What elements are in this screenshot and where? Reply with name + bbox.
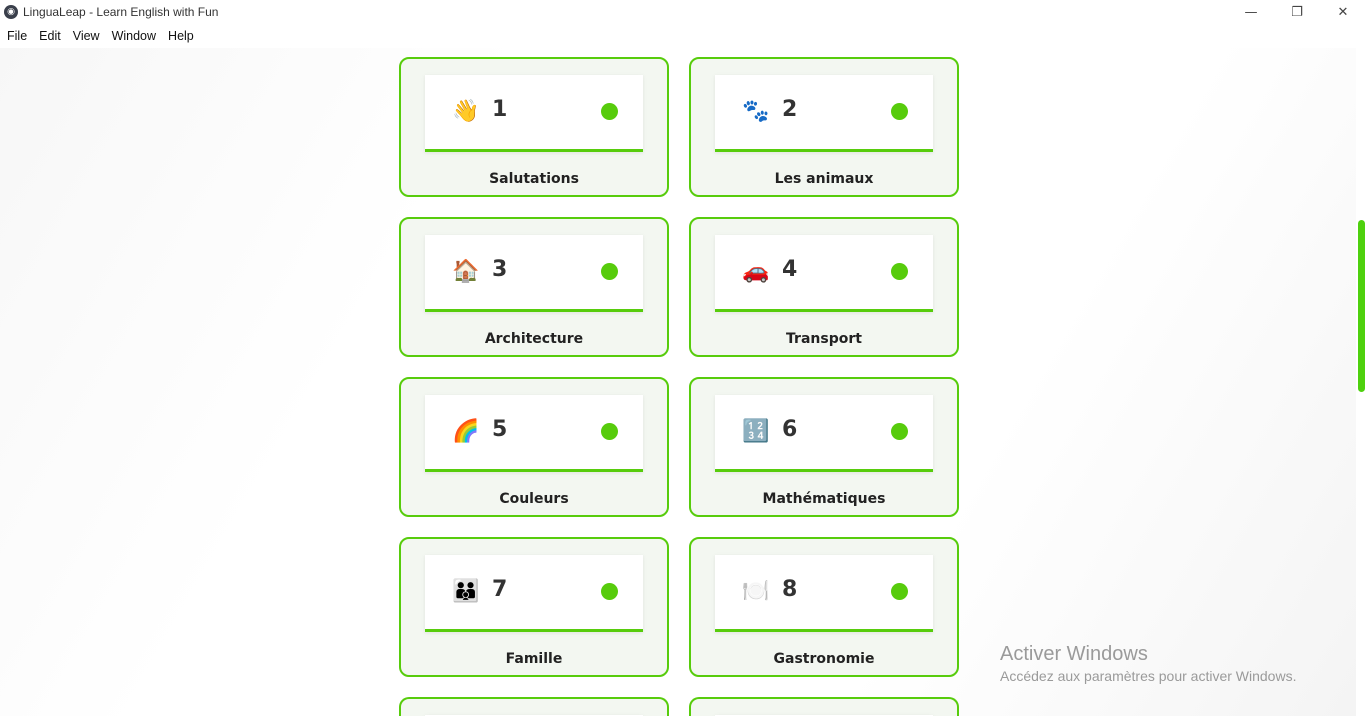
- lesson-card-header: 🔢 6: [715, 395, 933, 472]
- menu-bar: File Edit View Window Help: [0, 24, 1366, 48]
- menu-edit[interactable]: Edit: [33, 29, 67, 43]
- lesson-label: Couleurs: [499, 491, 569, 507]
- lesson-card-header: 🍽️ 8: [715, 555, 933, 632]
- lesson-number: 2: [782, 97, 798, 122]
- maximize-button[interactable]: ❐: [1274, 0, 1320, 24]
- status-dot: [601, 263, 618, 280]
- lesson-grid: 👋 1 Salutations 🐾 2 Les animaux 🏠 3 Arch…: [399, 57, 959, 716]
- lesson-card-header: 🏠 3: [425, 235, 643, 312]
- lesson-number: 5: [492, 417, 508, 442]
- status-dot: [601, 423, 618, 440]
- lesson-label: Transport: [786, 331, 862, 347]
- lesson-number: 1: [492, 97, 508, 122]
- close-button[interactable]: ✕: [1320, 0, 1366, 24]
- plate-icon: 🍽️: [742, 579, 770, 604]
- watermark-subtitle: Accédez aux paramètres pour activer Wind…: [1000, 668, 1297, 684]
- lesson-card-header: 🐾 2: [715, 75, 933, 152]
- lesson-label: Famille: [505, 651, 563, 667]
- lesson-grid-area: 👋 1 Salutations 🐾 2 Les animaux 🏠 3 Arch…: [0, 48, 1356, 716]
- menu-file[interactable]: File: [0, 29, 33, 43]
- lesson-card-next-left[interactable]: [399, 697, 669, 716]
- numbers-icon: 🔢: [742, 419, 770, 444]
- status-dot: [891, 583, 908, 600]
- lesson-card-header: 🚗 4: [715, 235, 933, 312]
- family-icon: 👪: [452, 579, 480, 604]
- lesson-label: Salutations: [489, 171, 579, 187]
- menu-view[interactable]: View: [67, 29, 106, 43]
- lesson-card-animaux[interactable]: 🐾 2 Les animaux: [689, 57, 959, 197]
- waving-hand-icon: 👋: [452, 99, 480, 124]
- lesson-label: Architecture: [484, 331, 584, 347]
- lesson-number: 7: [492, 577, 508, 602]
- watermark-title: Activer Windows: [1000, 643, 1148, 665]
- lesson-card-header: 👋 1: [425, 75, 643, 152]
- status-dot: [891, 103, 908, 120]
- menu-help[interactable]: Help: [162, 29, 200, 43]
- status-dot: [891, 423, 908, 440]
- menu-window[interactable]: Window: [106, 29, 162, 43]
- paw-prints-icon: 🐾: [742, 99, 770, 124]
- minimize-button[interactable]: —: [1228, 0, 1274, 24]
- windows-activation-watermark: Activer Windows Accédez aux paramètres p…: [1000, 643, 1296, 684]
- lesson-card-salutations[interactable]: 👋 1 Salutations: [399, 57, 669, 197]
- status-dot: [601, 583, 618, 600]
- lesson-number: 4: [782, 257, 798, 282]
- window-controls: — ❐ ✕: [1228, 0, 1366, 24]
- car-icon: 🚗: [742, 259, 770, 284]
- lesson-card-gastronomie[interactable]: 🍽️ 8 Gastronomie: [689, 537, 959, 677]
- lesson-card-next-right[interactable]: [689, 697, 959, 716]
- lesson-label: Gastronomie: [773, 651, 875, 667]
- lesson-label: Mathématiques: [762, 491, 886, 507]
- lesson-card-transport[interactable]: 🚗 4 Transport: [689, 217, 959, 357]
- lesson-label: Les animaux: [774, 171, 874, 187]
- lesson-number: 3: [492, 257, 508, 282]
- lesson-card-famille[interactable]: 👪 7 Famille: [399, 537, 669, 677]
- house-icon: 🏠: [452, 259, 480, 284]
- lesson-card-mathematiques[interactable]: 🔢 6 Mathématiques: [689, 377, 959, 517]
- rainbow-icon: 🌈: [452, 419, 480, 444]
- window-title: LinguaLeap - Learn English with Fun: [23, 5, 219, 19]
- app-icon: ◉: [4, 5, 18, 19]
- status-dot: [891, 263, 908, 280]
- status-dot: [601, 103, 618, 120]
- lesson-card-architecture[interactable]: 🏠 3 Architecture: [399, 217, 669, 357]
- title-bar: ◉ LinguaLeap - Learn English with Fun — …: [0, 0, 1366, 24]
- lesson-card-couleurs[interactable]: 🌈 5 Couleurs: [399, 377, 669, 517]
- lesson-card-header: 🌈 5: [425, 395, 643, 472]
- lesson-number: 8: [782, 577, 798, 602]
- lesson-card-header: 👪 7: [425, 555, 643, 632]
- scrollbar-thumb[interactable]: [1358, 220, 1365, 392]
- lesson-number: 6: [782, 417, 798, 442]
